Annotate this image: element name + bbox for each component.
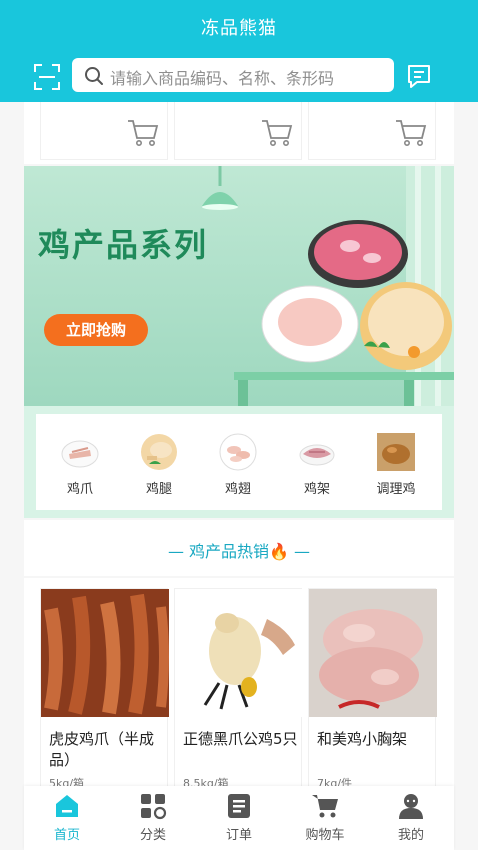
tab-label: 首页 <box>53 828 80 843</box>
add-to-cart-icon[interactable] <box>261 118 293 148</box>
message-icon[interactable] <box>406 63 432 89</box>
tab-orders[interactable]: 订单 <box>196 786 282 850</box>
scan-icon[interactable] <box>34 64 60 90</box>
category-label: 鸡爪 <box>66 482 93 497</box>
category-list: 鸡爪 鸡腿 鸡翅 鸡架 调理鸡 <box>36 414 442 510</box>
add-to-cart-icon[interactable] <box>395 118 427 148</box>
hot-section-title: — 鸡产品热销🔥 — <box>167 542 311 561</box>
product-name: 正德黑爪公鸡5只 <box>183 730 298 748</box>
product-image <box>41 589 169 717</box>
category-label: 调理鸡 <box>376 482 416 497</box>
product-image <box>175 589 303 717</box>
previous-product-row <box>24 102 454 164</box>
tab-label: 购物车 <box>305 828 345 843</box>
search-placeholder: 请输入商品编码、名称、条形码 <box>110 69 335 88</box>
product-card[interactable]: 正德黑爪公鸡5只 8.5kg/箱 <box>174 588 303 792</box>
product-name: 虎皮鸡爪（半成品） <box>49 730 155 769</box>
promo-banner[interactable]: 鸡产品系列 立即抢购 <box>24 166 454 406</box>
tab-label: 分类 <box>139 828 166 843</box>
tab-label: 订单 <box>225 828 252 843</box>
chicken-feet-icon <box>61 440 99 468</box>
order-icon <box>228 794 250 818</box>
tab-profile[interactable]: 我的 <box>368 786 454 850</box>
product-card[interactable] <box>174 102 302 160</box>
product-card[interactable]: 虎皮鸡爪（半成品） 5kg/箱 <box>40 588 169 792</box>
category-item-chicken-wing[interactable]: 鸡翅 <box>206 432 270 502</box>
category-label: 鸡架 <box>303 482 330 497</box>
product-image <box>309 589 437 717</box>
category-item-chicken-leg[interactable]: 鸡腿 <box>127 432 191 502</box>
banner-illustration <box>202 166 454 406</box>
cart-icon <box>312 795 338 818</box>
tab-category[interactable]: 分类 <box>110 786 196 850</box>
category-label: 鸡腿 <box>145 482 172 497</box>
tab-label: 我的 <box>397 828 424 843</box>
category-item-seasoned-chicken[interactable]: 调理鸡 <box>364 432 428 502</box>
home-icon <box>56 795 78 817</box>
product-name: 和美鸡小胸架 <box>317 730 408 748</box>
top-header: 冻品熊猫 请输入商品编码、名称、条形码 <box>0 0 478 102</box>
category-item-chicken-frame[interactable]: 鸡架 <box>285 432 349 502</box>
product-card[interactable]: 和美鸡小胸架 7kg/件 <box>308 588 437 792</box>
tab-home[interactable]: 首页 <box>24 786 110 850</box>
product-card[interactable] <box>308 102 436 160</box>
hot-product-list: 虎皮鸡爪（半成品） 5kg/箱 正德黑爪公鸡5只 8.5kg/箱 和美鸡小胸架 … <box>24 578 454 792</box>
chicken-leg-icon <box>141 434 177 470</box>
search-icon <box>85 67 103 85</box>
profile-icon <box>399 794 423 819</box>
app-title: 冻品熊猫 <box>201 18 277 39</box>
buy-now-button[interactable]: 立即抢购 <box>44 314 148 346</box>
add-to-cart-icon[interactable] <box>127 118 159 148</box>
chicken-wing-icon <box>219 433 257 471</box>
search-input[interactable]: 请输入商品编码、名称、条形码 <box>72 58 394 92</box>
category-item-chicken-feet[interactable]: 鸡爪 <box>48 432 112 502</box>
category-label: 鸡翅 <box>224 482 251 497</box>
category-panel: 鸡爪 鸡腿 鸡翅 鸡架 调理鸡 <box>24 406 454 518</box>
category-icon <box>141 794 167 820</box>
product-card[interactable] <box>40 102 168 160</box>
tab-cart[interactable]: 购物车 <box>282 786 368 850</box>
seasoned-chicken-icon <box>377 433 415 471</box>
bottom-tab-bar: 首页 分类 订单 购物车 我的 <box>24 786 454 850</box>
chicken-frame-icon <box>299 444 335 466</box>
hot-section-header: — 鸡产品热销🔥 — <box>24 520 454 576</box>
banner-title: 鸡产品系列 <box>38 226 209 264</box>
